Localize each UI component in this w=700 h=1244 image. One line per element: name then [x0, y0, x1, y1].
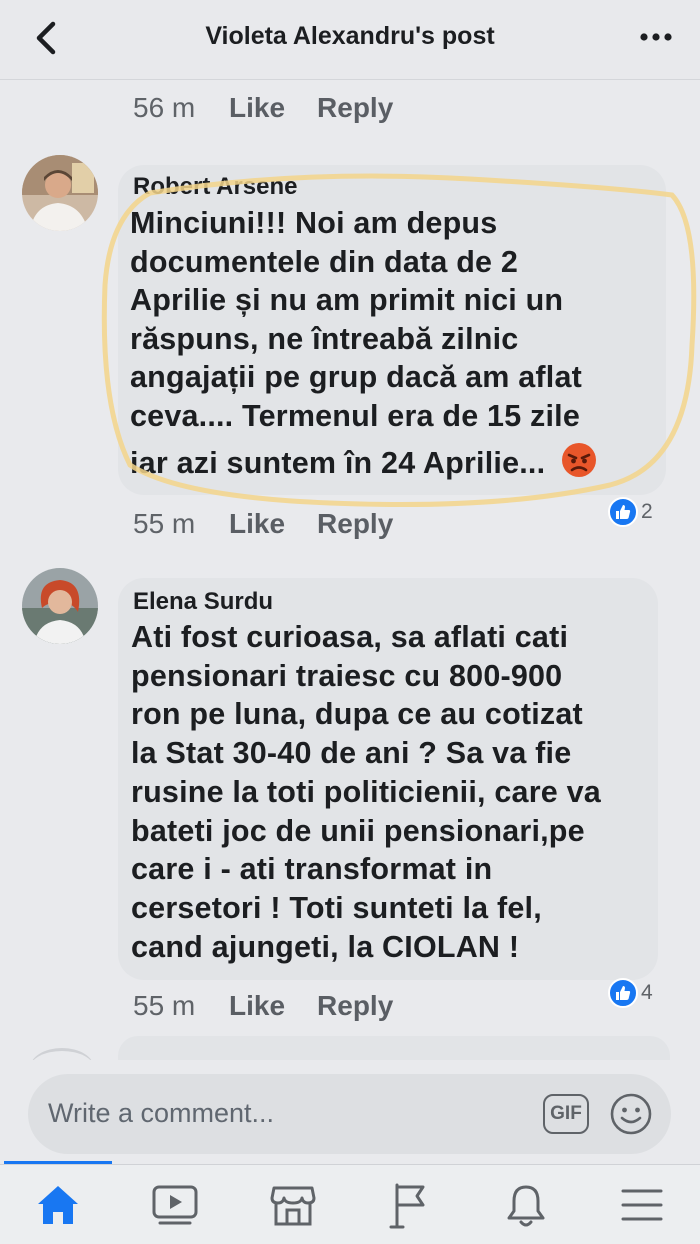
comment-line: rusine la toti politicienii, care va: [131, 774, 601, 809]
smiley-icon: [610, 1093, 652, 1135]
angry-emoji-icon: [561, 443, 596, 477]
like-button[interactable]: Like: [229, 92, 285, 124]
comment-line: cersetori ! Toti sunteti la fel,: [131, 890, 542, 925]
comment-author[interactable]: Elena Surdu: [133, 588, 273, 616]
marketplace-icon: [270, 1186, 316, 1226]
like-button[interactable]: Like: [229, 990, 285, 1022]
comment-input[interactable]: Write a comment...: [48, 1098, 274, 1129]
reaction-count: 4: [641, 981, 653, 1004]
like-button[interactable]: Like: [229, 508, 285, 540]
tab-video[interactable]: [147, 1179, 203, 1231]
comment-text: Ati fost curioasa, sa aflati cati pensio…: [131, 618, 601, 966]
comment-line: iar azi suntem în 24 Aprilie...: [130, 441, 598, 483]
menu-icon: [621, 1189, 663, 1221]
comment-time: 55 m: [133, 990, 196, 1021]
gif-button[interactable]: GIF: [543, 1094, 589, 1134]
comment-line: Aprilie și nu am primit nici un: [130, 283, 564, 317]
like-reaction-icon: [608, 978, 638, 1008]
user-avatar-photo: [22, 155, 98, 231]
comment-author[interactable]: Robert Arsene: [133, 173, 297, 201]
reply-button[interactable]: Reply: [317, 990, 393, 1022]
reaction-summary[interactable]: 2: [608, 497, 653, 527]
emoji-button[interactable]: [608, 1091, 654, 1137]
tab-menu[interactable]: [614, 1179, 670, 1231]
comment-line: care i - ati transformat in: [131, 852, 493, 887]
post-header: Violeta Alexandru's post: [0, 0, 700, 80]
reply-button[interactable]: Reply: [317, 92, 393, 124]
user-avatar-photo: [22, 568, 98, 644]
reaction-summary[interactable]: 4: [608, 978, 653, 1008]
tab-home[interactable]: [30, 1179, 86, 1231]
reply-button[interactable]: Reply: [317, 508, 393, 540]
avatar[interactable]: [22, 568, 98, 644]
flag-icon: [389, 1183, 425, 1229]
tab-marketplace[interactable]: [265, 1179, 321, 1231]
like-reaction-icon: [608, 497, 638, 527]
bell-icon: [507, 1185, 545, 1227]
comment-line: Ati fost curioasa, sa aflati cati: [131, 620, 569, 654]
comment-line: angajații pe grup dacă am aflat: [130, 360, 582, 394]
avatar[interactable]: [22, 155, 98, 231]
comment-line: la Stat 30-40 de ani ? Sa va fie: [131, 736, 572, 771]
tab-pages[interactable]: [382, 1179, 438, 1231]
comment-line: ceva.... Termenul era de 15 zile: [130, 398, 581, 433]
previous-comment-meta: 56 m Like Reply: [133, 92, 425, 124]
comment-line: bateti joc de unii pensionari,pe: [131, 813, 585, 848]
tab-notifications[interactable]: [498, 1179, 554, 1231]
comment-text: Minciuni!!! Noi am depus documentele din…: [130, 204, 598, 483]
comment-line: cand ajungeti, la CIOLAN !: [131, 929, 520, 964]
comment-line: documentele din data de 2: [130, 244, 519, 279]
comment-time: 55 m: [133, 508, 196, 539]
more-dots-icon: [640, 33, 672, 41]
video-icon: [152, 1185, 198, 1225]
comment-meta: 55 m Like Reply: [133, 990, 425, 1022]
comment-line-text: iar azi suntem în 24 Aprilie...: [130, 446, 546, 480]
more-options-button[interactable]: [638, 22, 674, 52]
comment-line: răspuns, ne întreabă zilnic: [130, 321, 519, 356]
comment-composer[interactable]: Write a comment... GIF: [28, 1074, 671, 1154]
bottom-tab-bar: [0, 1164, 700, 1244]
comment-line: pensionari traiesc cu 800-900: [131, 658, 563, 693]
comment-time: 56 m: [133, 92, 196, 123]
home-icon: [38, 1186, 78, 1224]
comment-meta: 55 m Like Reply: [133, 508, 425, 540]
comment-line: ron pe luna, dupa ce au cotizat: [131, 697, 583, 732]
comment-line: Minciuni!!! Noi am depus: [130, 206, 498, 240]
reaction-count: 2: [641, 500, 653, 523]
post-title: Violeta Alexandru's post: [205, 22, 495, 50]
